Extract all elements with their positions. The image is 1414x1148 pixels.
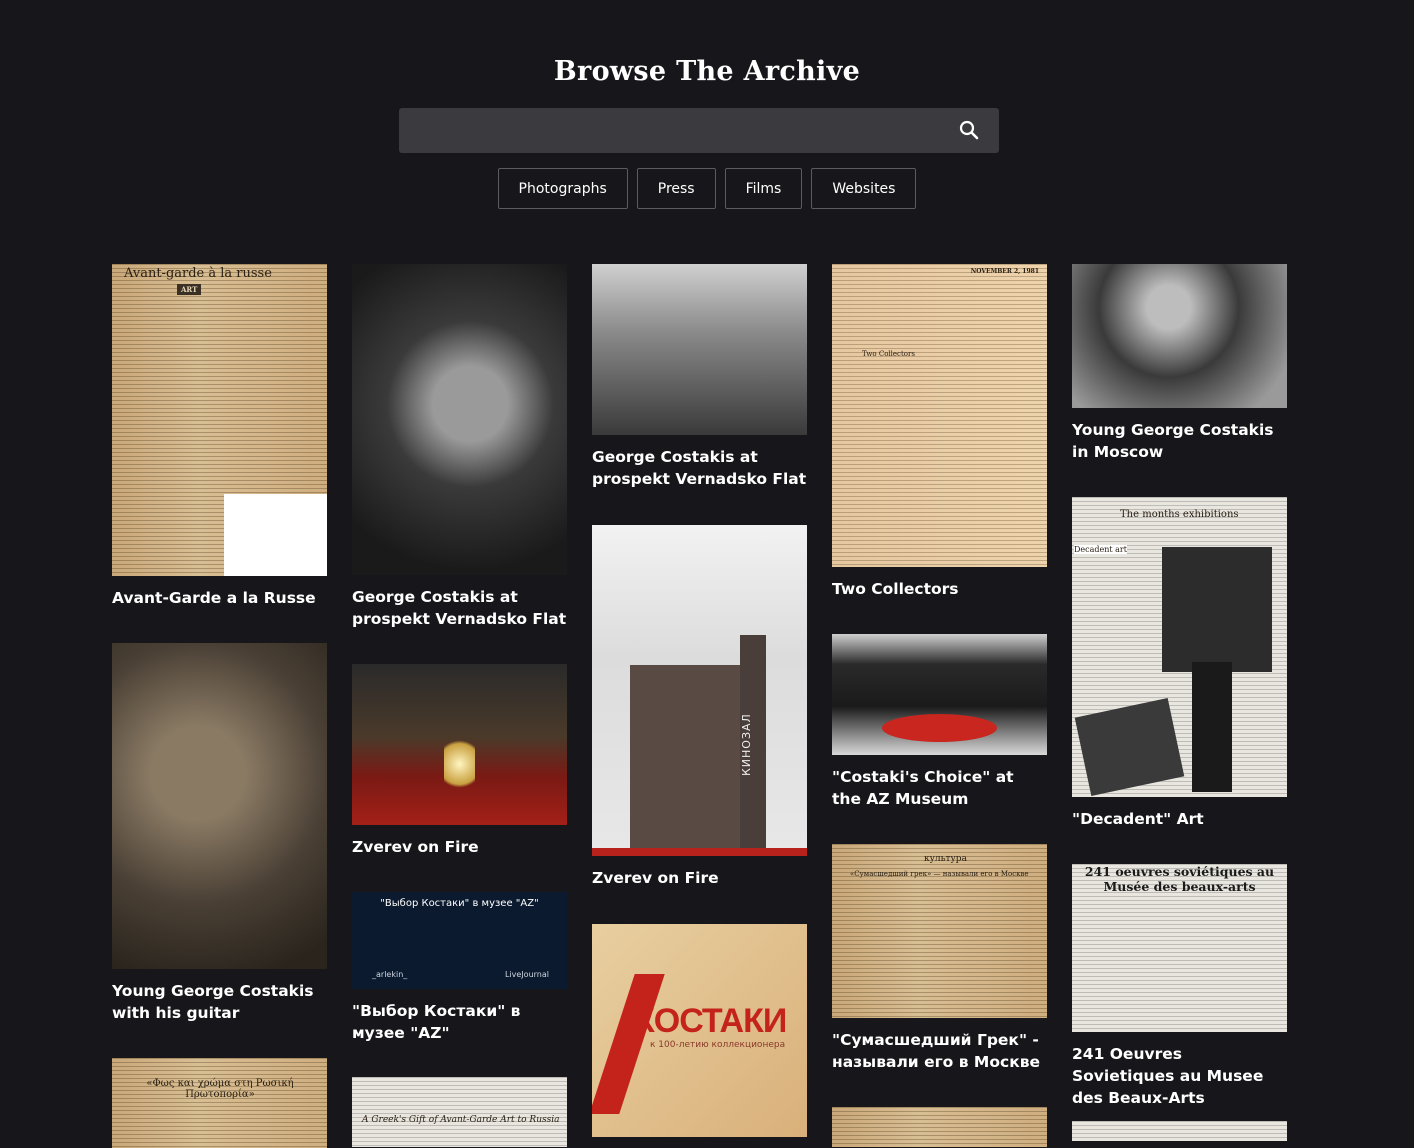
card-caption: Zverev on Fire <box>592 869 719 887</box>
clipping-date: NOVEMBER 2, 1981 <box>970 268 1039 275</box>
card-thumbnail <box>1072 264 1287 408</box>
archive-card[interactable]: George Costakis at prospekt Vernadsko Fl… <box>352 264 567 630</box>
archive-card[interactable] <box>1072 1121 1287 1141</box>
banner-title: "Выбор Костаки" в музее "AZ" <box>380 898 539 909</box>
card-caption: Young George Costakis in Moscow <box>1072 421 1274 461</box>
clipping-headline: 241 oeuvres soviétiques au Musée des bea… <box>1084 864 1275 894</box>
clipping-section: культура <box>924 854 967 864</box>
search-button[interactable] <box>957 118 981 142</box>
exhibition-subtitle: к 100-летию коллекционера <box>650 1040 786 1050</box>
card-caption: "Costaki's Choice" at the AZ Museum <box>832 768 1014 808</box>
archive-card[interactable] <box>832 1107 1047 1147</box>
banner-site: LiveJournal <box>504 970 549 979</box>
card-caption: Zverev on Fire <box>352 838 479 856</box>
clipping-artwork-shape <box>1074 697 1185 797</box>
archive-card[interactable]: КИНОЗАЛ Zverev on Fire <box>592 525 807 889</box>
chandelier-light <box>444 734 475 794</box>
filter-websites-button[interactable]: Websites <box>811 168 917 209</box>
exhibition-sign: КИНОЗАЛ <box>740 635 766 855</box>
clipping-subhead: ART <box>177 284 202 295</box>
archive-card[interactable]: Avant-garde à la russe ART Avant-Garde a… <box>112 264 327 609</box>
clipping-subhead: Decadent art <box>1074 545 1127 554</box>
archive-card[interactable]: Young George Costakis with his guitar <box>112 643 327 1024</box>
search-icon <box>959 120 979 140</box>
card-caption: Two Collectors <box>832 580 959 598</box>
archive-card[interactable]: "Выбор Костаки" в музее "AZ" _arlekin_ L… <box>352 892 567 1044</box>
card-caption: "Decadent" Art <box>1072 810 1204 828</box>
card-caption: 241 Oeuvres Sovietiques au Musee des Bea… <box>1072 1045 1264 1107</box>
card-thumbnail <box>832 1107 1047 1147</box>
archive-card[interactable]: George Costakis at prospekt Vernadsko Fl… <box>592 264 807 490</box>
card-caption: Young George Costakis with his guitar <box>112 982 314 1022</box>
card-thumbnail: 241 oeuvres soviétiques au Musée des bea… <box>1072 864 1287 1032</box>
archive-card[interactable]: «Φως και χρώμα στη Ρωσική Πρωτοπορία» <box>112 1058 327 1148</box>
card-thumbnail: NOVEMBER 2, 1981 Two Collectors <box>832 264 1047 567</box>
card-caption: George Costakis at prospekt Vernadsko Fl… <box>592 448 807 488</box>
filter-press-button[interactable]: Press <box>636 168 716 209</box>
archive-card[interactable]: КОСТАКИ к 100-летию коллекционера <box>592 924 807 1137</box>
red-carpet <box>592 848 807 856</box>
archive-card[interactable]: 241 oeuvres soviétiques au Musée des bea… <box>1072 864 1287 1109</box>
clipping-artwork-bar <box>1192 662 1232 792</box>
card-thumbnail: КОСТАКИ к 100-летию коллекционера <box>592 924 807 1137</box>
banner-user: _arlekin_ <box>372 970 408 979</box>
clipping-blank-area <box>224 494 327 576</box>
filter-films-button[interactable]: Films <box>724 168 803 209</box>
archive-card[interactable]: NOVEMBER 2, 1981 Two Collectors Two Coll… <box>832 264 1047 600</box>
card-thumbnail <box>352 264 567 575</box>
card-thumbnail: культура «Сумасшедший грек» — называли е… <box>832 844 1047 1018</box>
filter-bar: Photographs Press Films Websites <box>0 168 1414 209</box>
archive-card[interactable]: Young George Costakis in Moscow <box>1072 264 1287 463</box>
archive-card[interactable]: The months exhibitions Decadent art "Dec… <box>1072 497 1287 830</box>
card-thumbnail <box>1072 1121 1287 1141</box>
clipping-headline: Two Collectors <box>862 350 915 358</box>
card-caption: Avant-Garde a la Russe <box>112 589 316 607</box>
card-thumbnail <box>832 634 1047 755</box>
card-thumbnail <box>352 664 567 825</box>
clipping-headline: The months exhibitions <box>1120 509 1239 520</box>
clipping-artwork-top <box>1162 547 1272 672</box>
archive-card[interactable]: Zverev on Fire <box>352 664 567 858</box>
archive-card[interactable]: культура «Сумасшедший грек» — называли е… <box>832 844 1047 1073</box>
card-thumbnail: The months exhibitions Decadent art <box>1072 497 1287 797</box>
card-thumbnail: "Выбор Костаки" в музее "AZ" _arlekin_ L… <box>352 892 567 989</box>
gallery-doorway <box>630 665 750 851</box>
card-caption: "Выбор Костаки" в музее "AZ" <box>352 1002 521 1042</box>
card-thumbnail: КИНОЗАЛ <box>592 525 807 856</box>
card-caption: "Сумасшедший Грек" - называли его в Моск… <box>832 1031 1041 1071</box>
card-thumbnail: Avant-garde à la russe ART <box>112 264 327 576</box>
search-input[interactable] <box>399 108 939 153</box>
card-thumbnail <box>112 643 327 969</box>
clipping-headline: «Сумасшедший грек» — называли его в Моск… <box>850 870 1029 878</box>
clipping-headline: A Greek's Gift of Avant-Garde Art to Rus… <box>362 1115 560 1125</box>
card-thumbnail: «Φως και χρώμα στη Ρωσική Πρωτοπορία» <box>112 1058 327 1148</box>
page-title: Browse The Archive <box>553 56 861 87</box>
card-caption: George Costakis at prospekt Vernadsko Fl… <box>352 588 567 628</box>
clipping-headline: «Φως και χρώμα στη Ρωσική Πρωτοπορία» <box>146 1078 294 1100</box>
archive-card[interactable]: "Costaki's Choice" at the AZ Museum <box>832 634 1047 810</box>
exhibition-sign: КОСТАКИ <box>634 1002 787 1040</box>
clipping-headline: Avant-garde à la russe <box>124 266 272 281</box>
filter-photographs-button[interactable]: Photographs <box>497 168 628 209</box>
red-platform <box>882 714 997 742</box>
card-thumbnail <box>592 264 807 435</box>
search-bar <box>399 108 999 153</box>
